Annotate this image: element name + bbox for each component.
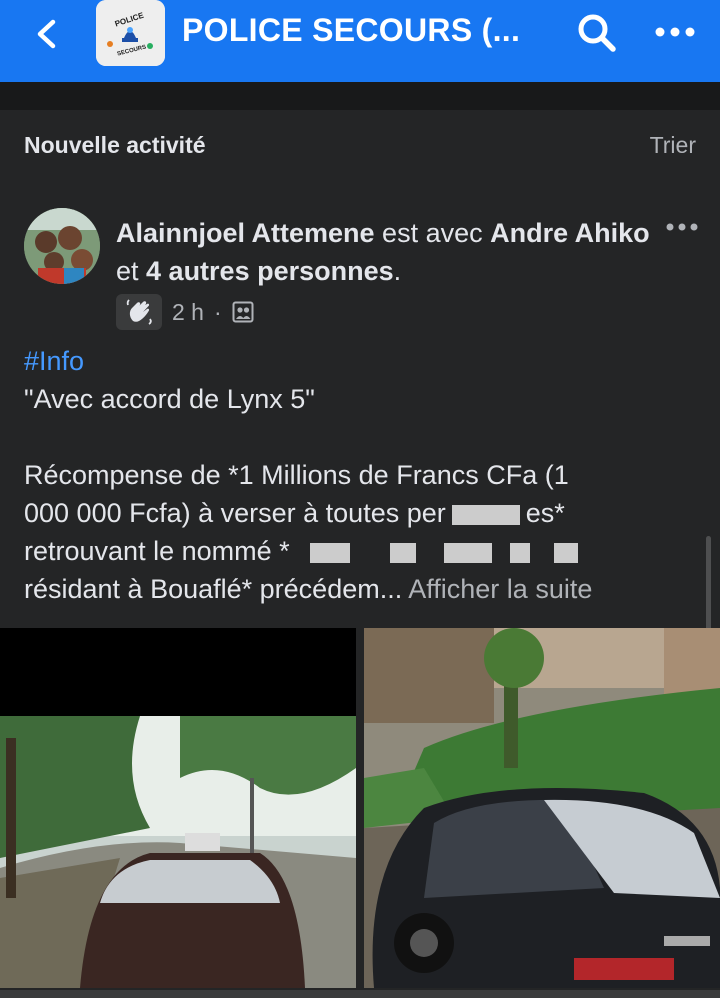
post-photo-1[interactable] [0,628,356,988]
redaction [443,542,492,563]
redaction [451,504,520,525]
and-text: et [116,256,147,286]
post-meta: 2 h · [116,294,254,330]
period: . [393,256,402,286]
redaction [509,542,530,563]
wave-hand-icon [116,294,162,330]
with-text: est avec [374,218,491,248]
see-more-link[interactable]: Afficher la suite [408,574,592,604]
meta-separator: · [213,298,222,325]
group-title[interactable]: POLICE SECOURS (... [182,12,520,49]
sort-button[interactable]: Trier [650,132,696,159]
section-header: Nouvelle activité Trier [0,110,720,184]
tagged-person[interactable]: Andre Ahiko [490,218,650,248]
post-line-4: résidant à Bouaflé* précédem... Afficher… [24,570,700,608]
search-icon[interactable] [576,12,618,54]
redaction [309,542,350,563]
post-time[interactable]: 2 h [172,299,204,326]
group-audience-icon [232,301,254,323]
post-photo-2[interactable] [364,628,720,988]
post-header-text: Alainnjoel Attemene est avec Andre Ahiko… [116,214,656,290]
post-line-3a: retrouvant le nommé * [24,536,290,566]
post-line-3: retrouvant le nommé * [24,532,700,570]
next-row-strip [0,990,720,998]
section-title: Nouvelle activité [24,132,206,158]
group-logo[interactable]: POLICE SECOURS [96,0,165,66]
chevron-left-icon[interactable] [28,14,68,54]
post-more-icon[interactable] [664,220,700,234]
post-body: #Info "Avec accord de Lynx 5" Récompense… [24,342,700,608]
hashtag-link[interactable]: #Info [24,342,700,380]
redaction [553,542,578,563]
post-line-1: Récompense de *1 Millions de Francs CFa … [24,460,569,490]
others-link[interactable]: 4 autres personnes [146,256,394,286]
post-line-2a: 000 000 Fcfa) à verser à toutes per [24,498,446,528]
post-line-4a: résidant à Bouaflé* précédem... [24,574,403,604]
author-avatar[interactable] [24,208,100,284]
top-app-bar: POLICE SECOURS POLICE SECOURS (... [0,0,720,82]
author-name[interactable]: Alainnjoel Attemene [116,218,375,248]
more-horizontal-icon[interactable] [652,18,698,46]
post-line-2: 000 000 Fcfa) à verser à toutes per es* [24,494,700,532]
redaction [389,542,416,563]
post-quote: "Avec accord de Lynx 5" [24,384,315,414]
post-line-2b: es* [525,498,565,528]
